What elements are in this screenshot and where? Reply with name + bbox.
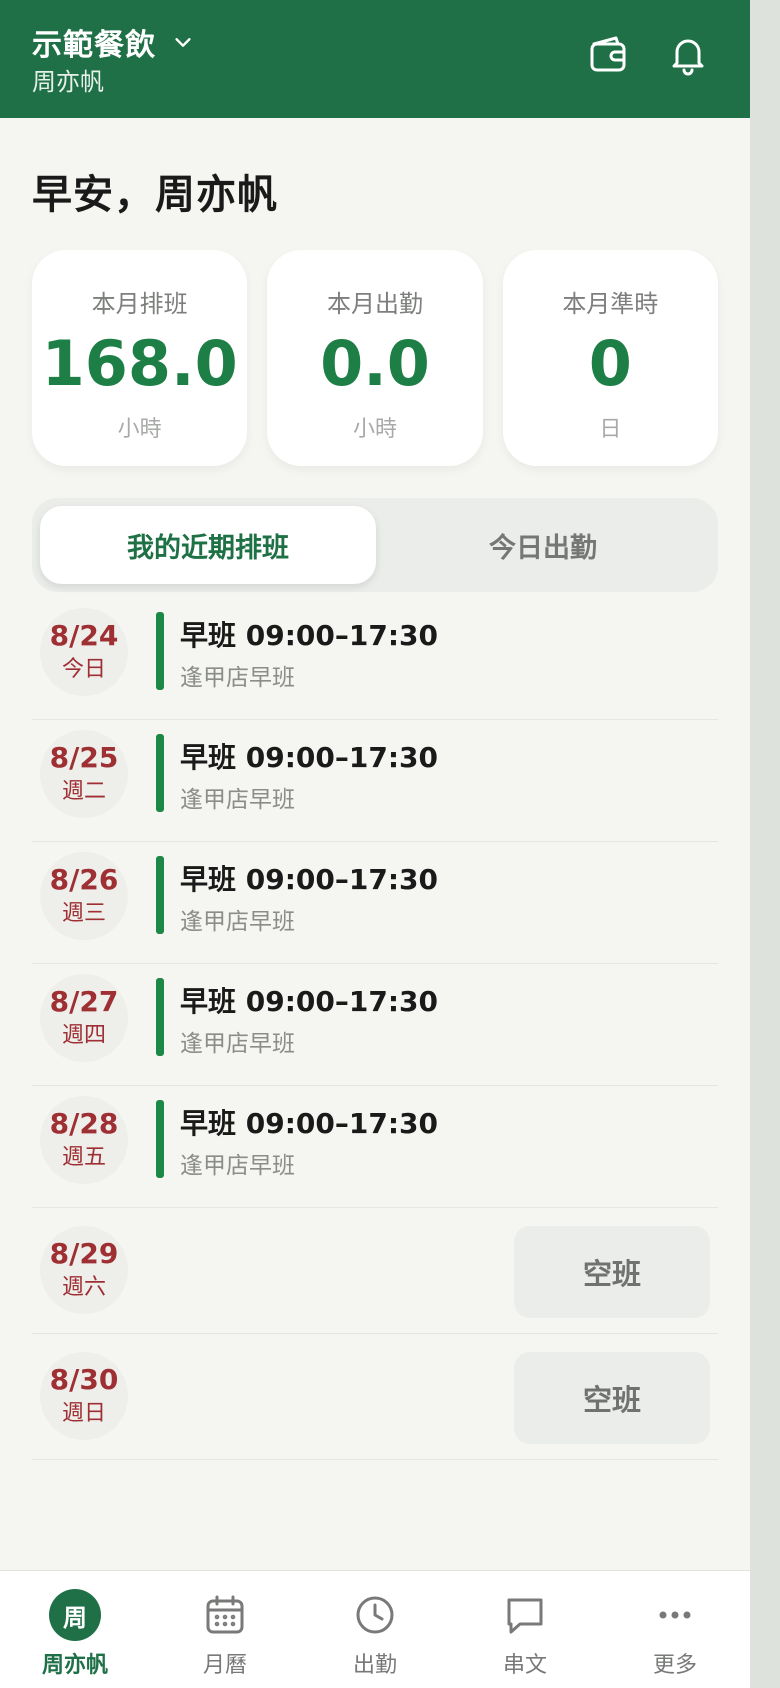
avatar: 周	[49, 1589, 101, 1641]
stat-label: 本月準時	[562, 290, 659, 318]
wallet-icon[interactable]	[586, 32, 630, 76]
date-badge: 8/25 週二	[40, 730, 128, 818]
nav-label: 出勤	[352, 1653, 397, 1678]
date-weekday: 週二	[61, 778, 106, 804]
shift-color-bar	[156, 612, 164, 690]
date-number: 8/26	[49, 862, 119, 896]
schedule-row[interactable]: 8/25 週二 早班 09:00–17:30 逢甲店早班	[32, 720, 718, 842]
bottom-nav: 周 周亦帆 月曆 出勤 串文 更多	[0, 1570, 750, 1688]
top-header: 示範餐飲 周亦帆	[0, 0, 750, 118]
shift-color-bar	[156, 734, 164, 812]
shift-location: 逢甲店早班	[180, 787, 295, 813]
shift-title: 早班 09:00–17:30	[180, 985, 439, 1018]
shift-location: 逢甲店早班	[180, 909, 295, 935]
chevron-down-icon	[175, 38, 191, 47]
date-weekday: 今日	[61, 656, 106, 682]
stat-card-attendance: 本月出勤 0.0 小時	[267, 250, 483, 466]
date-badge: 8/24 今日	[40, 608, 128, 696]
nav-label: 串文	[502, 1653, 547, 1678]
nav-item-profile[interactable]: 周 周亦帆	[0, 1571, 150, 1688]
nav-label: 周亦帆	[41, 1653, 108, 1678]
stat-unit: 小時	[352, 417, 397, 442]
schedule-row[interactable]: 8/24 今日 早班 09:00–17:30 逢甲店早班	[32, 598, 718, 720]
nav-label: 月曆	[202, 1653, 247, 1678]
schedule-row-empty: 8/29 週六 空班	[32, 1208, 718, 1334]
user-name: 周亦帆	[32, 68, 104, 96]
date-number: 8/28	[49, 1106, 119, 1140]
stat-card-scheduled: 本月排班 168.0 小時	[32, 250, 248, 466]
calendar-icon	[199, 1589, 251, 1641]
shift-color-bar	[156, 978, 164, 1056]
greeting-title: 早安，周亦帆	[32, 172, 278, 218]
date-number: 8/29	[49, 1236, 119, 1270]
chat-icon	[499, 1589, 551, 1641]
shift-color-bar	[156, 856, 164, 934]
stat-label: 本月出勤	[326, 290, 423, 318]
shift-title: 早班 09:00–17:30	[180, 1107, 439, 1140]
stat-unit: 日	[599, 417, 622, 442]
schedule-tabs: 我的近期排班 今日出勤	[32, 498, 718, 592]
date-weekday: 週五	[61, 1144, 106, 1170]
date-number: 8/24	[49, 618, 119, 652]
stat-unit: 小時	[117, 417, 162, 442]
shift-location: 逢甲店早班	[180, 1031, 295, 1057]
bell-icon[interactable]	[666, 32, 710, 76]
shift-title: 早班 09:00–17:30	[180, 619, 439, 652]
schedule-row[interactable]: 8/26 週三 早班 09:00–17:30 逢甲店早班	[32, 842, 718, 964]
schedule-list: 8/24 今日 早班 09:00–17:30 逢甲店早班 8/25 週二 早班 …	[32, 598, 718, 1460]
stat-label: 本月排班	[91, 290, 188, 318]
schedule-row[interactable]: 8/28 週五 早班 09:00–17:30 逢甲店早班	[32, 1086, 718, 1208]
date-weekday: 週三	[61, 900, 106, 926]
shift-location: 逢甲店早班	[180, 1153, 295, 1179]
date-badge: 8/29 週六	[40, 1226, 128, 1314]
org-switcher[interactable]: 示範餐飲	[32, 20, 194, 64]
date-weekday: 週四	[61, 1022, 106, 1048]
date-badge: 8/27 週四	[40, 974, 128, 1062]
date-badge: 8/26 週三	[40, 852, 128, 940]
stats-row: 本月排班 168.0 小時 本月出勤 0.0 小時 本月準時 0 日	[32, 250, 718, 466]
schedule-row[interactable]: 8/27 週四 早班 09:00–17:30 逢甲店早班	[32, 964, 718, 1086]
shift-title: 早班 09:00–17:30	[180, 863, 439, 896]
shift-location: 逢甲店早班	[180, 665, 295, 691]
schedule-row-empty: 8/30 週日 空班	[32, 1334, 718, 1460]
tab-today-attendance[interactable]: 今日出勤	[376, 506, 710, 584]
date-badge: 8/28 週五	[40, 1096, 128, 1184]
nav-label: 更多	[652, 1653, 697, 1678]
date-weekday: 週六	[61, 1274, 106, 1300]
date-number: 8/27	[49, 984, 119, 1018]
stat-card-punctual: 本月準時 0 日	[502, 250, 718, 466]
org-name: 示範餐飲	[32, 28, 156, 63]
nav-item-calendar[interactable]: 月曆	[150, 1571, 300, 1688]
stat-value: 0	[588, 327, 632, 400]
empty-shift-button[interactable]: 空班	[514, 1226, 710, 1318]
more-icon	[649, 1589, 701, 1641]
scrollbar[interactable]	[750, 0, 780, 1688]
nav-item-more[interactable]: 更多	[600, 1571, 750, 1688]
shift-title: 早班 09:00–17:30	[180, 741, 439, 774]
stat-value: 0.0	[320, 327, 430, 400]
empty-shift-button[interactable]: 空班	[514, 1352, 710, 1444]
avatar-wrapper: 周	[49, 1589, 101, 1641]
app-screen: 示範餐飲 周亦帆 早安，周亦帆 本月排班 168.0 小時 本月出勤 0.0 小…	[0, 0, 750, 1688]
nav-item-attendance[interactable]: 出勤	[300, 1571, 450, 1688]
date-number: 8/25	[49, 740, 119, 774]
date-weekday: 週日	[61, 1400, 106, 1426]
tab-my-schedule[interactable]: 我的近期排班	[40, 506, 376, 584]
date-number: 8/30	[49, 1362, 119, 1396]
clock-icon	[349, 1589, 401, 1641]
nav-item-threads[interactable]: 串文	[450, 1571, 600, 1688]
date-badge: 8/30 週日	[40, 1352, 128, 1440]
stat-value: 168.0	[41, 327, 238, 400]
shift-color-bar	[156, 1100, 164, 1178]
